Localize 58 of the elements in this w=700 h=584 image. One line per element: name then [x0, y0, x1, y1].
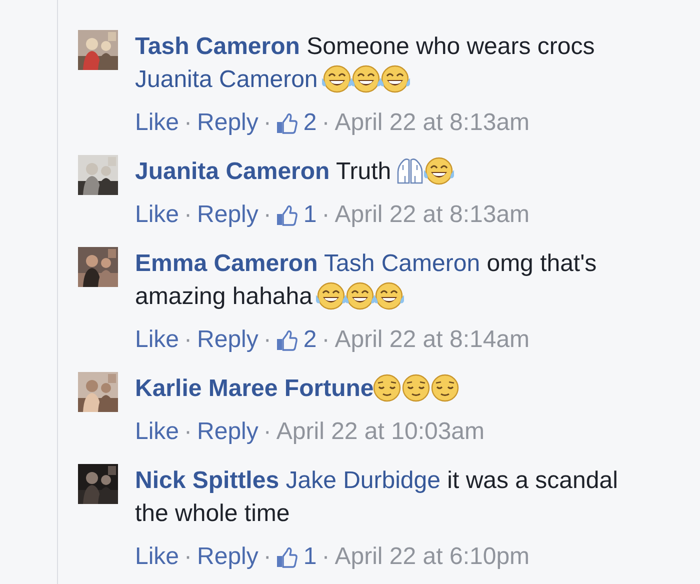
comment-text: Juanita Cameron Truth	[135, 155, 619, 188]
comment-time: April 22 at 6:10pm	[334, 542, 530, 572]
action-link[interactable]: Like	[135, 198, 180, 231]
separator-dot: ·	[184, 200, 192, 230]
separator-dot: ·	[263, 200, 272, 230]
comment-time: April 22 at 8:13am	[334, 200, 530, 230]
action-link[interactable]: Reply	[197, 415, 258, 448]
author-link[interactable]: Juanita Cameron	[135, 158, 330, 185]
thumbs-up-icon	[276, 546, 298, 568]
separator-dot: ·	[322, 542, 330, 572]
action-link[interactable]: Like	[135, 323, 180, 356]
thumbs-up-icon	[276, 328, 298, 350]
laughing-tears-emoji-icon	[344, 281, 376, 311]
comment-time: April 22 at 8:14am	[334, 325, 530, 355]
mention-link[interactable]: Tash Cameron	[324, 250, 480, 277]
author-link[interactable]: Karlie Maree Fortune	[135, 375, 374, 402]
author-link[interactable]: Emma Cameron	[135, 250, 318, 277]
separator-dot: ·	[184, 325, 192, 355]
like-count: 2	[303, 325, 317, 355]
separator-dot: ·	[263, 108, 272, 138]
comment-text: Emma Cameron Tash Cameron omg that's amazing hahaha	[135, 249, 598, 313]
separator-dot: ·	[184, 417, 192, 447]
comment-text: Nick Spittles Jake Durbidge it was a scandal the whole time	[135, 466, 619, 529]
separator-dot: ·	[263, 542, 272, 572]
mention-link[interactable]: Jake Durbidge	[286, 467, 440, 494]
like-count: 2	[303, 108, 317, 138]
laughing-tears-emoji-icon	[350, 64, 382, 94]
mention-link[interactable]: Juanita Cameron	[135, 66, 318, 93]
laughing-tears-emoji-icon	[423, 156, 456, 186]
laughing-tears-emoji-icon	[378, 64, 411, 94]
laughing-tears-emoji-icon	[315, 281, 348, 311]
relieved-face-emoji-icon	[428, 373, 461, 403]
thumbs-up-icon	[276, 204, 298, 226]
action-link[interactable]: Reply	[197, 323, 258, 356]
like-count: 1	[303, 200, 317, 230]
action-link[interactable]: Like	[135, 415, 180, 448]
action-link[interactable]: Reply	[197, 540, 258, 573]
laughing-tears-emoji-icon	[373, 281, 406, 311]
separator-dot: ·	[322, 200, 330, 230]
action-link[interactable]: Reply	[197, 106, 258, 139]
separator-dot: ·	[263, 417, 272, 447]
comment-time: April 22 at 8:13am	[334, 108, 530, 138]
action-link[interactable]: Like	[135, 106, 180, 139]
author-link[interactable]: Tash Cameron	[135, 33, 300, 60]
author-link[interactable]: Nick Spittles	[135, 467, 280, 494]
relieved-face-emoji-icon	[400, 373, 432, 403]
separator-dot: ·	[322, 108, 330, 138]
like-count: 1	[303, 542, 317, 572]
separator-dot: ·	[263, 325, 272, 355]
comment-text: Tash Cameron Someone who wears crocs Juanita Cameron	[135, 32, 596, 96]
thumbs-up-icon	[276, 112, 298, 134]
action-link[interactable]: Reply	[197, 198, 258, 231]
separator-dot: ·	[322, 325, 330, 355]
comment-time: April 22 at 10:03am	[276, 417, 485, 447]
separator-dot: ·	[184, 542, 192, 572]
laughing-tears-emoji-icon	[320, 64, 353, 94]
action-link[interactable]: Like	[135, 540, 180, 573]
separator-dot: ·	[184, 108, 192, 138]
